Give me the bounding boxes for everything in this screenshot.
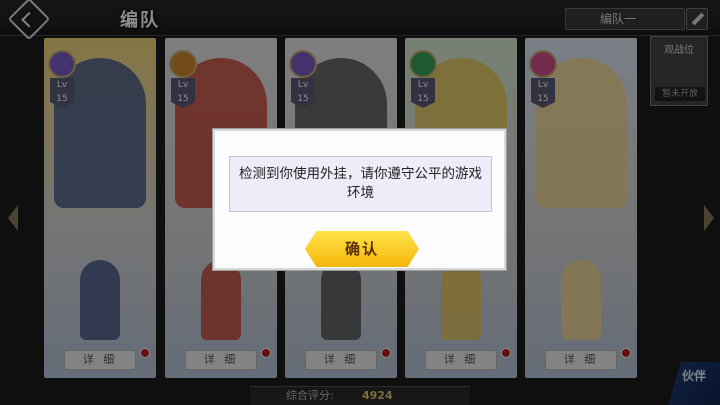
dialog-message: 检测到你使用外挂，请你遵守公平的游戏环境 (229, 156, 492, 212)
confirm-button[interactable]: 确认 (305, 231, 419, 267)
cheat-warning-dialog: 检测到你使用外挂，请你遵守公平的游戏环境 确认 (213, 129, 506, 270)
